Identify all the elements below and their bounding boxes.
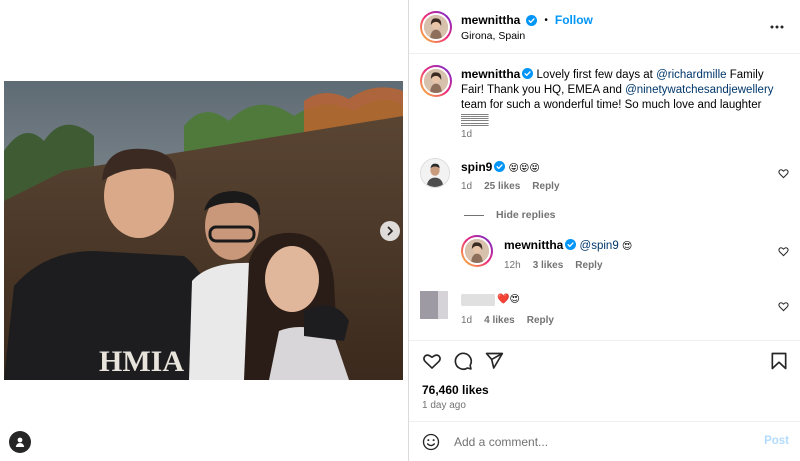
photo-illustration: HMIA [4, 81, 403, 380]
share-icon[interactable] [484, 351, 504, 371]
caption-author[interactable]: mewnittha [461, 67, 520, 81]
reply-author-avatar[interactable] [461, 235, 493, 267]
next-photo-button[interactable] [380, 221, 400, 241]
comment-body: 😝😝😝 [508, 163, 540, 174]
comment-body: ❤️😍 [497, 294, 520, 305]
comment-input[interactable] [454, 432, 744, 452]
post-header: mewnittha • Follow Girona, Spain [409, 0, 800, 54]
reply-button[interactable]: Reply [532, 181, 559, 192]
reply-likes[interactable]: 3 likes [533, 260, 564, 271]
post-details-panel: mewnittha • Follow Girona, Spain mewnitt… [408, 0, 800, 461]
post-photo[interactable]: HMIA [4, 81, 403, 380]
comment-icon[interactable] [453, 351, 473, 371]
mention-spin9[interactable]: @spin9 [580, 240, 619, 252]
heart-icon[interactable] [778, 168, 789, 179]
caption-author-avatar[interactable] [420, 65, 452, 97]
verified-badge-icon [522, 68, 534, 79]
heart-icon[interactable] [422, 351, 442, 371]
heart-icon[interactable] [778, 246, 789, 257]
comment-likes[interactable]: 4 likes [484, 315, 515, 326]
comment-time: 1d [461, 181, 473, 192]
tagged-users-button[interactable] [9, 431, 31, 453]
author-avatar[interactable] [420, 11, 452, 43]
reply-time: 12h [504, 260, 521, 271]
post-media-panel: HMIA [0, 0, 408, 461]
reply-meta: 12h 3 likes Reply [504, 260, 603, 271]
comment-meta: 1d 25 likes Reply [461, 181, 560, 192]
follow-button[interactable]: Follow [555, 13, 593, 27]
reply-button[interactable]: Reply [527, 315, 554, 326]
caption-pre: Lovely first few days at [533, 69, 657, 81]
hide-replies-label: Hide replies [496, 209, 556, 221]
caption-avatar-image [424, 69, 448, 93]
post-location[interactable]: Girona, Spain [461, 30, 525, 42]
caption-text: mewnittha Lovely first few days at @rich… [461, 67, 781, 128]
likes-count[interactable]: 76,460 likes [422, 383, 489, 397]
chevron-right-icon [387, 226, 393, 236]
add-comment-bar: Post [409, 421, 800, 461]
reply-text: mewnittha @spin9 😍 [504, 238, 632, 254]
author-username[interactable]: mewnittha [461, 13, 520, 27]
verified-badge-icon [565, 239, 577, 250]
verified-badge-icon [494, 161, 506, 172]
caption-time: 1d [461, 129, 473, 140]
reply-author[interactable]: mewnittha [504, 238, 563, 252]
post-date[interactable]: 1 day ago [422, 400, 466, 411]
reply-button[interactable]: Reply [575, 260, 602, 271]
svg-text:HMIA: HMIA [99, 345, 184, 378]
mention-richardmille[interactable]: @richardmille [656, 69, 726, 81]
mention-ninetywatches[interactable]: @ninetywatchesandjewellery [625, 84, 773, 96]
hide-replies-button[interactable]: Hide replies [464, 209, 556, 221]
reply-body: 😍 [618, 241, 633, 252]
comment-meta: 1d 4 likes Reply [461, 315, 554, 326]
post-actions: 76,460 likes 1 day ago [409, 340, 800, 420]
hide-replies-dash [464, 214, 484, 216]
more-dots-icon[interactable] [769, 20, 785, 34]
comment-likes[interactable]: 25 likes [484, 181, 520, 192]
comment-author[interactable]: spin9 [461, 160, 492, 174]
comment-text: spin9 😝😝😝 [461, 160, 540, 176]
header-separator: • [544, 14, 548, 26]
bookmark-icon[interactable] [769, 351, 789, 371]
header-author-line: mewnittha • Follow [461, 13, 593, 27]
comments-list: mewnittha Lovely first few days at @rich… [409, 55, 800, 340]
commenter-avatar[interactable] [420, 158, 450, 188]
caption-meta: 1d [461, 129, 472, 140]
author-avatar-image [424, 15, 448, 39]
redacted-username [461, 294, 495, 306]
user-tag-icon [15, 437, 25, 447]
caption-post: team for such a wonderful time! So much … [461, 99, 762, 126]
comment-text: ❤️😍 [497, 292, 520, 307]
commenter-avatar[interactable] [420, 291, 448, 319]
heart-icon[interactable] [778, 301, 789, 312]
reply-avatar-image [465, 239, 489, 263]
verified-badge-icon [526, 14, 538, 26]
comment-time: 1d [461, 315, 473, 326]
emoji-icon[interactable] [422, 433, 440, 451]
post-comment-button[interactable]: Post [764, 435, 789, 447]
commenter-avatar-image [421, 159, 449, 187]
